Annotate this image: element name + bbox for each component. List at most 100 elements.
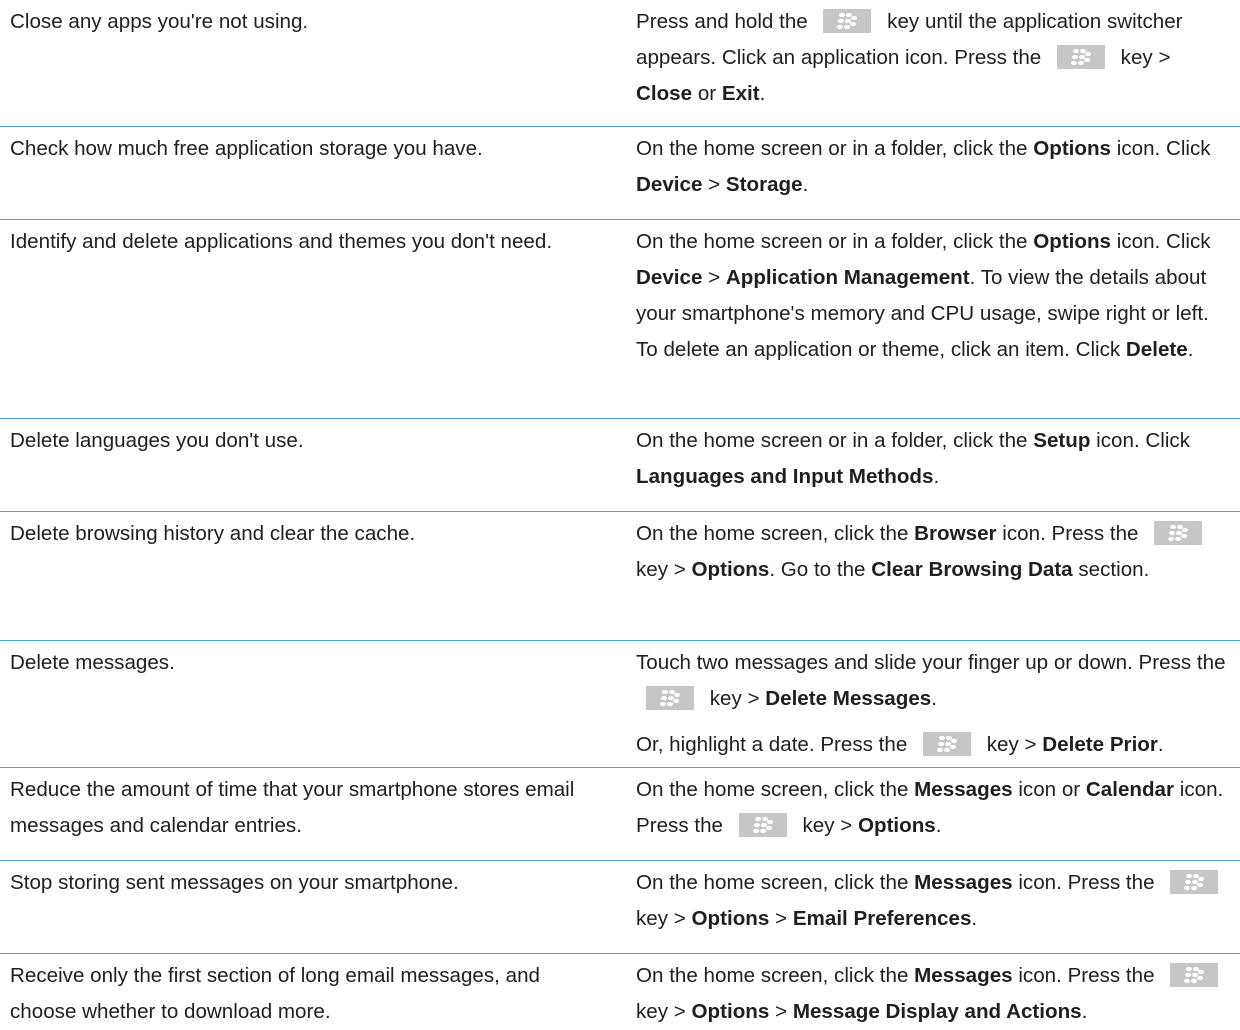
instruction-paragraph: On the home screen or in a folder, click… <box>636 224 1232 368</box>
instruction-paragraph: Touch two messages and slide your finger… <box>636 645 1232 717</box>
tips-table: Close any apps you're not using. Press an… <box>0 0 1240 1023</box>
instruction-text: . <box>1187 338 1194 361</box>
instruction-text: On the home screen or in a folder, click… <box>636 137 1034 160</box>
instruction-paragraph: Or, highlight a date. Press the key > De… <box>636 727 1232 763</box>
ui-label: Options <box>1033 230 1112 253</box>
ui-label: Options <box>691 558 770 581</box>
ui-label: Messages <box>914 964 1013 987</box>
ui-label: Setup <box>1033 429 1091 452</box>
blackberry-menu-key-icon <box>823 8 872 33</box>
blackberry-menu-key-icon <box>1170 962 1219 987</box>
table-row: Delete messages. Touch two messages and s… <box>0 641 1240 768</box>
instruction-text: . <box>802 173 809 196</box>
instruction-text: On the home screen, click the <box>636 871 915 894</box>
ui-label: Languages and Input Methods <box>636 465 934 488</box>
blackberry-menu-key-icon <box>1056 44 1105 69</box>
instruction-text: icon or <box>1012 778 1086 801</box>
blackberry-menu-key-icon <box>738 812 787 837</box>
instruction-text: On the home screen, click the <box>636 964 915 987</box>
instruction-paragraph: Press and hold the key until the applica… <box>636 4 1232 112</box>
instruction-text: On the home screen or in a folder, click… <box>636 230 1034 253</box>
tip-text: Identify and delete applications and the… <box>10 230 553 253</box>
instruction-text: . <box>1157 733 1164 756</box>
tip-text: Receive only the first section of long e… <box>10 964 540 1023</box>
instruction-text: key > <box>636 1000 692 1023</box>
instruction-cell: On the home screen or in a folder, click… <box>636 423 1232 495</box>
table-row: Reduce the amount of time that your smar… <box>0 768 1240 861</box>
tip-text: Close any apps you're not using. <box>10 10 309 33</box>
instruction-text: key > <box>796 814 858 837</box>
instruction-text: key > <box>981 733 1043 756</box>
ui-label: Messages <box>914 778 1013 801</box>
instruction-text: icon. Click <box>1111 230 1211 253</box>
ui-label: Device <box>636 266 703 289</box>
instruction-text: > <box>702 266 726 289</box>
instruction-text: icon. Press the <box>1012 871 1161 894</box>
ui-label: Message Display and Actions <box>792 1000 1082 1023</box>
ui-label: Options <box>1033 137 1112 160</box>
tip-text: Delete messages. <box>10 651 175 674</box>
blackberry-menu-key-icon <box>646 685 694 710</box>
ui-label: Options <box>691 907 770 930</box>
instruction-cell: Press and hold the key until the applica… <box>636 4 1232 112</box>
ui-label: Delete Prior <box>1042 733 1158 756</box>
instruction-text: icon. Press the <box>1012 964 1161 987</box>
instruction-text: icon. Press the <box>996 522 1145 545</box>
instruction-cell: On the home screen or in a folder, click… <box>636 224 1232 368</box>
table-row: Delete browsing history and clear the ca… <box>0 512 1240 641</box>
instruction-text: On the home screen or in a folder, click… <box>636 429 1034 452</box>
instruction-text: Press and hold the <box>636 10 814 33</box>
ui-label: Storage <box>725 173 803 196</box>
tip-text: Delete languages you don't use. <box>10 429 304 452</box>
instruction-text: or <box>692 82 722 105</box>
instruction-text: . <box>759 82 766 105</box>
ui-label: Delete Messages <box>765 687 932 710</box>
instruction-paragraph: On the home screen or in a folder, click… <box>636 423 1232 495</box>
instruction-text: > <box>702 173 726 196</box>
instruction-cell: Touch two messages and slide your finger… <box>636 645 1232 763</box>
instruction-text: . Go to the <box>769 558 872 581</box>
instruction-text: . <box>971 907 978 930</box>
instruction-text: > <box>769 907 793 930</box>
ui-label: Delete <box>1125 338 1188 361</box>
instruction-cell: On the home screen, click the Messages i… <box>636 772 1232 844</box>
table-row: Delete languages you don't use. On the ho… <box>0 419 1240 512</box>
instruction-text: Touch two messages and slide your finger… <box>636 651 1226 674</box>
instruction-cell: On the home screen, click the Messages i… <box>636 865 1232 937</box>
instruction-text: key > <box>704 687 766 710</box>
instruction-paragraph: On the home screen, click the Messages i… <box>636 772 1232 844</box>
ui-label: Exit <box>721 82 760 105</box>
tip-text: Stop storing sent messages on your smart… <box>10 871 459 894</box>
blackberry-menu-key-icon <box>1154 520 1203 545</box>
ui-label: Clear Browsing Data <box>871 558 1073 581</box>
tip-text: Reduce the amount of time that your smar… <box>10 778 575 837</box>
instruction-text: key > <box>636 558 692 581</box>
table-row: Check how much free application storage … <box>0 127 1240 220</box>
table-row: Stop storing sent messages on your smart… <box>0 861 1240 954</box>
ui-label: Options <box>691 1000 770 1023</box>
instruction-cell: On the home screen, click the Browser ic… <box>636 516 1232 588</box>
instruction-text: On the home screen, click the <box>636 522 915 545</box>
ui-label: Messages <box>914 871 1013 894</box>
instruction-paragraph: On the home screen, click the Messages i… <box>636 958 1232 1030</box>
blackberry-menu-key-icon <box>1170 869 1219 894</box>
instruction-text: > <box>769 1000 793 1023</box>
instruction-text: . <box>1081 1000 1088 1023</box>
instruction-cell: On the home screen or in a folder, click… <box>636 131 1232 203</box>
ui-label: Email Preferences <box>792 907 972 930</box>
instruction-text: . <box>933 465 940 488</box>
ui-label: Device <box>636 173 703 196</box>
instruction-text: On the home screen, click the <box>636 778 915 801</box>
table-row: Close any apps you're not using. Press an… <box>0 0 1240 127</box>
table-row: Receive only the first section of long e… <box>0 954 1240 1023</box>
instruction-text: Or, highlight a date. Press the <box>636 733 914 756</box>
instruction-text: icon. Click <box>1111 137 1211 160</box>
tip-text: Check how much free application storage … <box>10 137 483 160</box>
instruction-text: section. <box>1072 558 1150 581</box>
instruction-paragraph: On the home screen, click the Browser ic… <box>636 516 1232 588</box>
ui-label: Options <box>857 814 936 837</box>
blackberry-menu-key-icon <box>923 731 972 756</box>
tip-text: Delete browsing history and clear the ca… <box>10 522 416 545</box>
instruction-text: key > <box>636 907 692 930</box>
instruction-text: key > <box>1114 46 1171 69</box>
